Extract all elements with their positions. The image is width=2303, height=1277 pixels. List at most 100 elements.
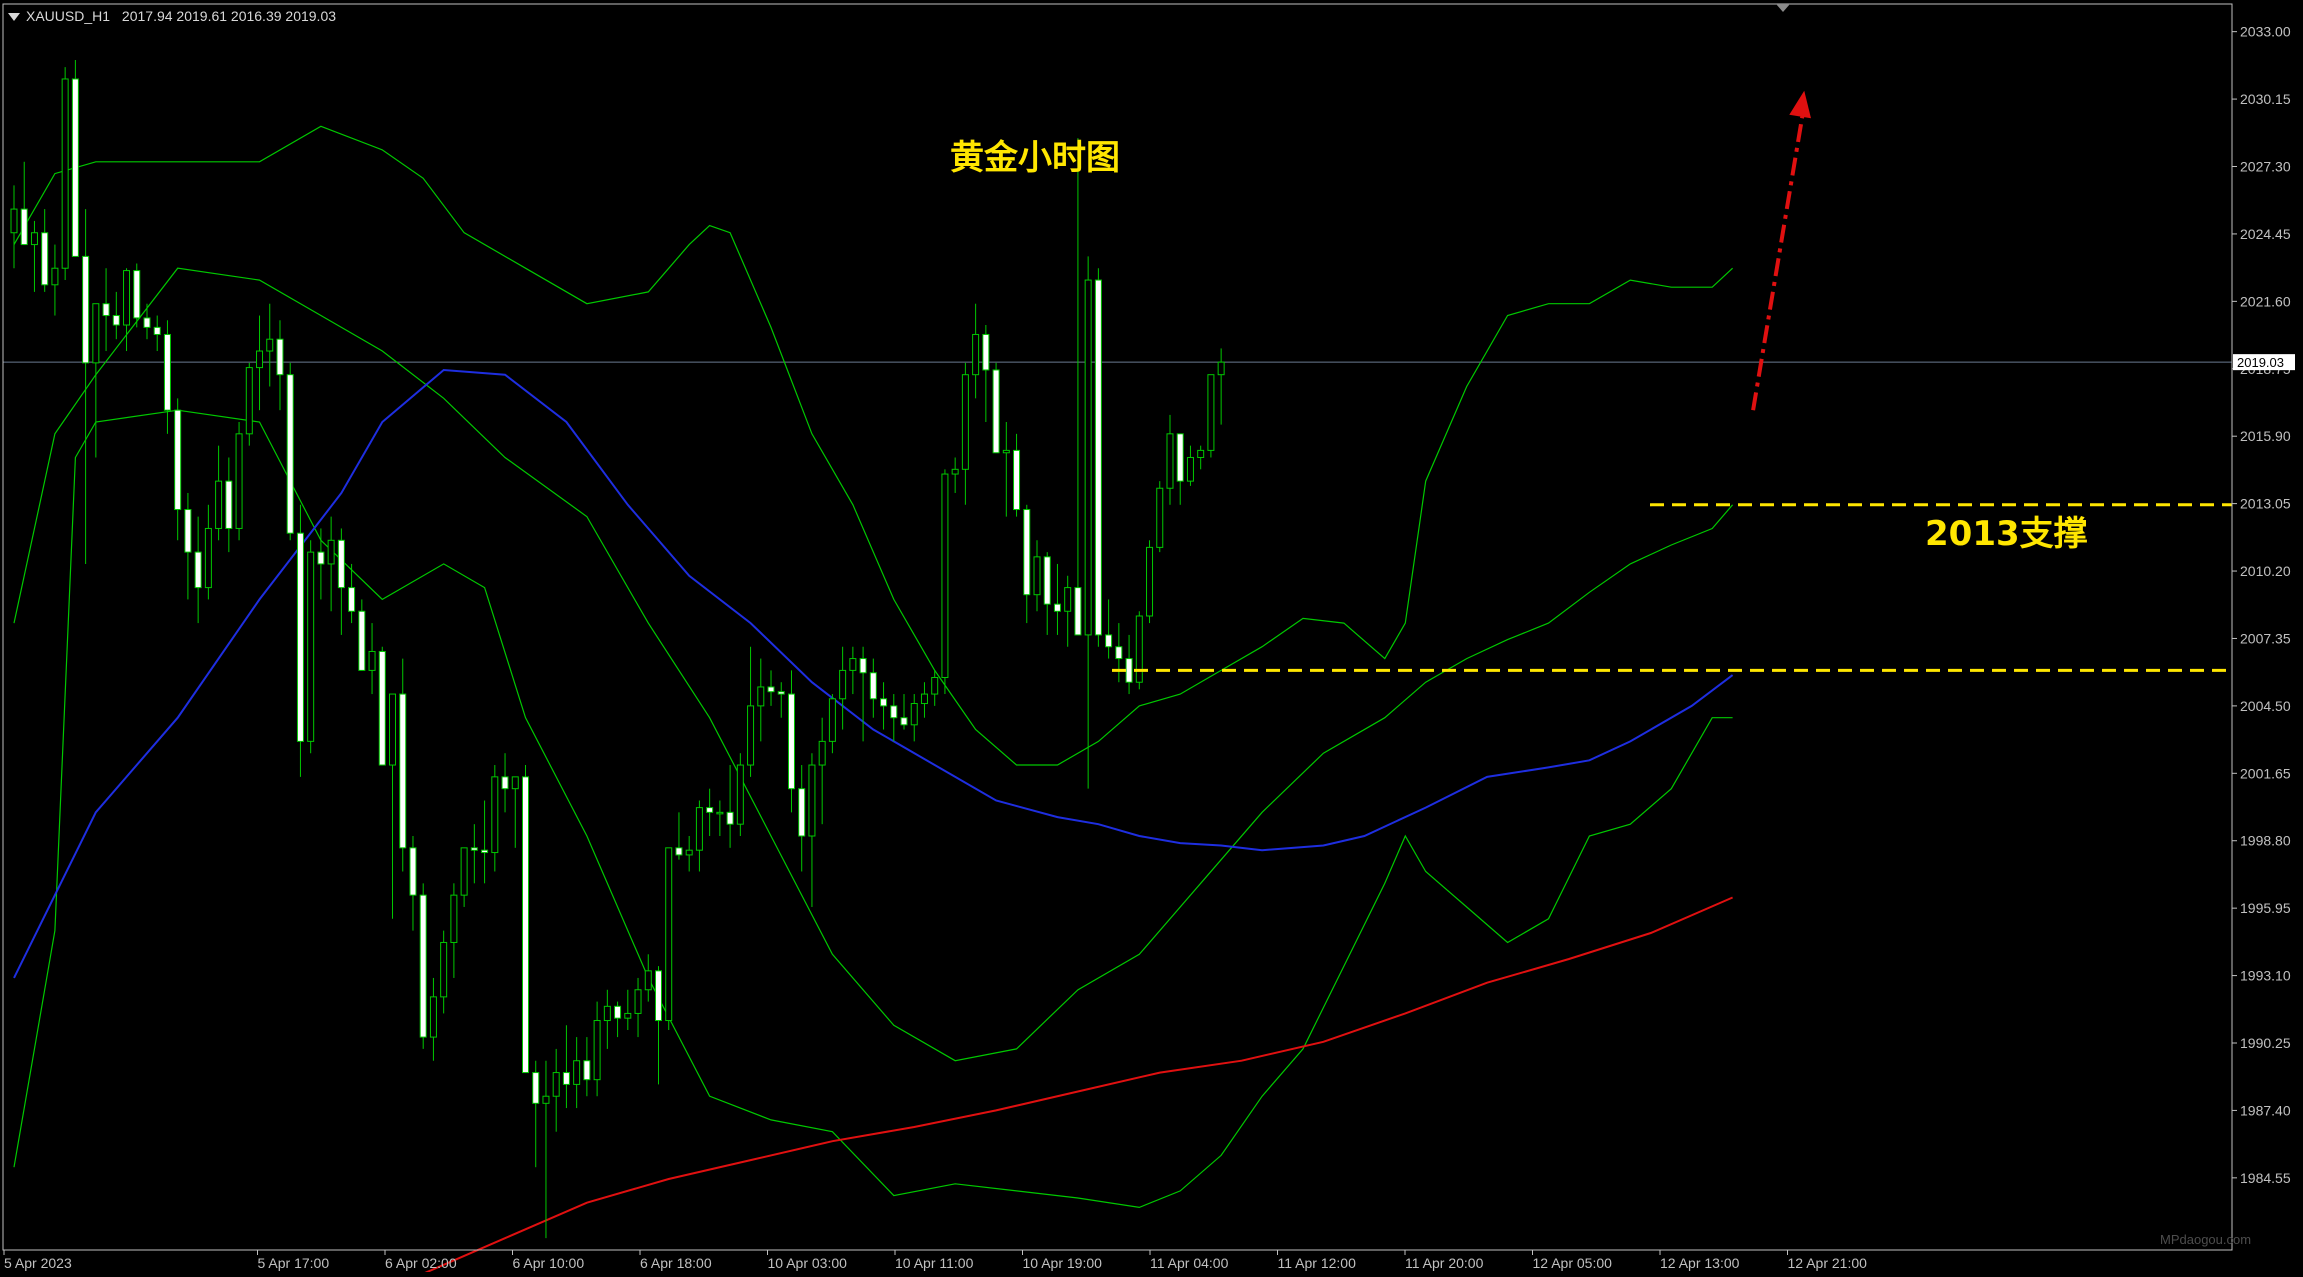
- candle-body-up: [266, 338, 274, 352]
- candle-body-up: [245, 367, 253, 435]
- candle-body-up: [685, 849, 693, 856]
- candle-body-up: [1217, 361, 1225, 376]
- candle-body-down: [522, 776, 529, 1074]
- watermark: MPdaogou.com: [2160, 1232, 2252, 1247]
- candle-body-down: [296, 532, 304, 742]
- x-tick-label: 6 Apr 18:00: [640, 1255, 712, 1271]
- candle-body-down: [317, 551, 325, 565]
- candle-body-down: [470, 847, 478, 851]
- candle-body-up: [450, 894, 458, 943]
- candle-body-down: [767, 686, 775, 693]
- chart-background: [0, 0, 2303, 1272]
- candle-body-up: [552, 1072, 560, 1097]
- candle-body-down: [1125, 658, 1133, 683]
- ohlc-readout: 2017.94 2019.61 2016.39 2019.03: [121, 8, 337, 24]
- x-tick-label: 5 Apr 17:00: [258, 1255, 330, 1271]
- candle-body-up: [10, 208, 18, 234]
- candle-body-down: [1023, 509, 1031, 596]
- candle-body-down: [153, 326, 161, 335]
- candle-body-down: [184, 509, 192, 553]
- candle-body-down: [706, 807, 714, 813]
- candle-body-down: [675, 847, 683, 856]
- candle-body-up: [429, 996, 437, 1038]
- candle-body-up: [123, 270, 131, 326]
- candle-body-down: [880, 698, 888, 707]
- candle-body-up: [460, 847, 468, 896]
- y-tick-label: 2015.90: [2240, 428, 2291, 444]
- candle-body-down: [82, 255, 90, 364]
- candle-body-up: [941, 473, 949, 678]
- y-tick-label: 2021.60: [2240, 293, 2291, 309]
- current-price-label: 2019.03: [2237, 355, 2284, 370]
- candle-body-up: [61, 78, 69, 269]
- candle-body-down: [71, 78, 79, 257]
- y-tick-label: 2027.30: [2240, 159, 2291, 175]
- candle-body-down: [276, 338, 284, 376]
- candle-body-up: [573, 1060, 581, 1085]
- x-tick-label: 12 Apr 05:00: [1533, 1255, 1613, 1271]
- candle-body-up: [910, 703, 918, 726]
- candle-body-up: [1166, 433, 1174, 489]
- candle-body-down: [348, 587, 356, 612]
- candle-body-up: [30, 232, 38, 246]
- candle-body-down: [337, 539, 345, 589]
- candle-body-up: [511, 776, 519, 790]
- candle-body-up: [51, 267, 59, 286]
- y-tick-label: 2013.05: [2240, 496, 2291, 512]
- support-annotation: 2013支撑: [1925, 514, 2088, 554]
- candle-body-up: [747, 705, 755, 766]
- candle-body-down: [112, 315, 120, 326]
- candle-body-down: [133, 270, 141, 319]
- y-tick-label: 2010.20: [2240, 563, 2291, 579]
- y-tick-label: 1995.95: [2240, 900, 2291, 916]
- x-tick-label: 11 Apr 04:00: [1150, 1255, 1229, 1271]
- y-tick-label: 2004.50: [2240, 698, 2291, 714]
- candle-body-up: [951, 468, 959, 475]
- candle-body-down: [1094, 279, 1102, 636]
- candle-body-down: [174, 409, 182, 511]
- x-tick-label: 10 Apr 19:00: [1023, 1255, 1103, 1271]
- candle-body-down: [787, 693, 795, 790]
- y-tick-label: 1990.25: [2240, 1035, 2291, 1051]
- candle-body-up: [757, 686, 765, 707]
- y-tick-label: 1987.40: [2240, 1102, 2291, 1118]
- chart-header: XAUUSD_H1 2017.94 2019.61 2016.39 2019.0…: [8, 8, 336, 24]
- candle-body-up: [961, 374, 969, 470]
- candle-body-up: [235, 433, 243, 529]
- candle-body-up: [972, 333, 980, 376]
- candle-body-down: [163, 333, 171, 411]
- candle-body-down: [614, 1005, 622, 1019]
- collapse-triangle-icon[interactable]: [8, 13, 20, 22]
- candle-body-down: [1074, 587, 1082, 636]
- candle-body-up: [1146, 546, 1154, 617]
- candle-body-down: [481, 849, 489, 854]
- candle-body-down: [225, 480, 233, 529]
- candle-body-up: [634, 989, 642, 1014]
- candle-body-up: [849, 658, 857, 671]
- candle-body-up: [665, 847, 673, 1022]
- candle-body-down: [726, 811, 734, 825]
- candle-body-down: [143, 317, 151, 328]
- candle-body-up: [440, 941, 448, 998]
- candle-body-up: [644, 970, 652, 991]
- candle-body-down: [20, 208, 28, 246]
- candle-body-down: [399, 693, 407, 849]
- candle-body-up: [603, 1005, 611, 1022]
- candle-body-up: [1002, 449, 1010, 454]
- chart-canvas[interactable]: 2033.002030.152027.302024.452021.602018.…: [0, 0, 2303, 1275]
- x-tick-label: 11 Apr 20:00: [1405, 1255, 1484, 1271]
- candle-body-down: [777, 691, 785, 695]
- candle-body-down: [501, 776, 509, 790]
- candle-body-up: [1207, 374, 1215, 451]
- candle-body-down: [102, 303, 110, 317]
- x-tick-label: 6 Apr 10:00: [513, 1255, 585, 1271]
- candle-body-down: [992, 369, 1000, 454]
- candle-body-up: [1156, 487, 1164, 548]
- y-tick-label: 2033.00: [2240, 24, 2291, 40]
- candle-body-down: [358, 610, 366, 671]
- price-chart[interactable]: 2033.002030.152027.302024.452021.602018.…: [0, 0, 2303, 1275]
- candle-body-up: [256, 350, 264, 369]
- candle-body-up: [1135, 615, 1143, 683]
- candle-body-down: [419, 894, 427, 1038]
- candle-body-down: [532, 1072, 540, 1104]
